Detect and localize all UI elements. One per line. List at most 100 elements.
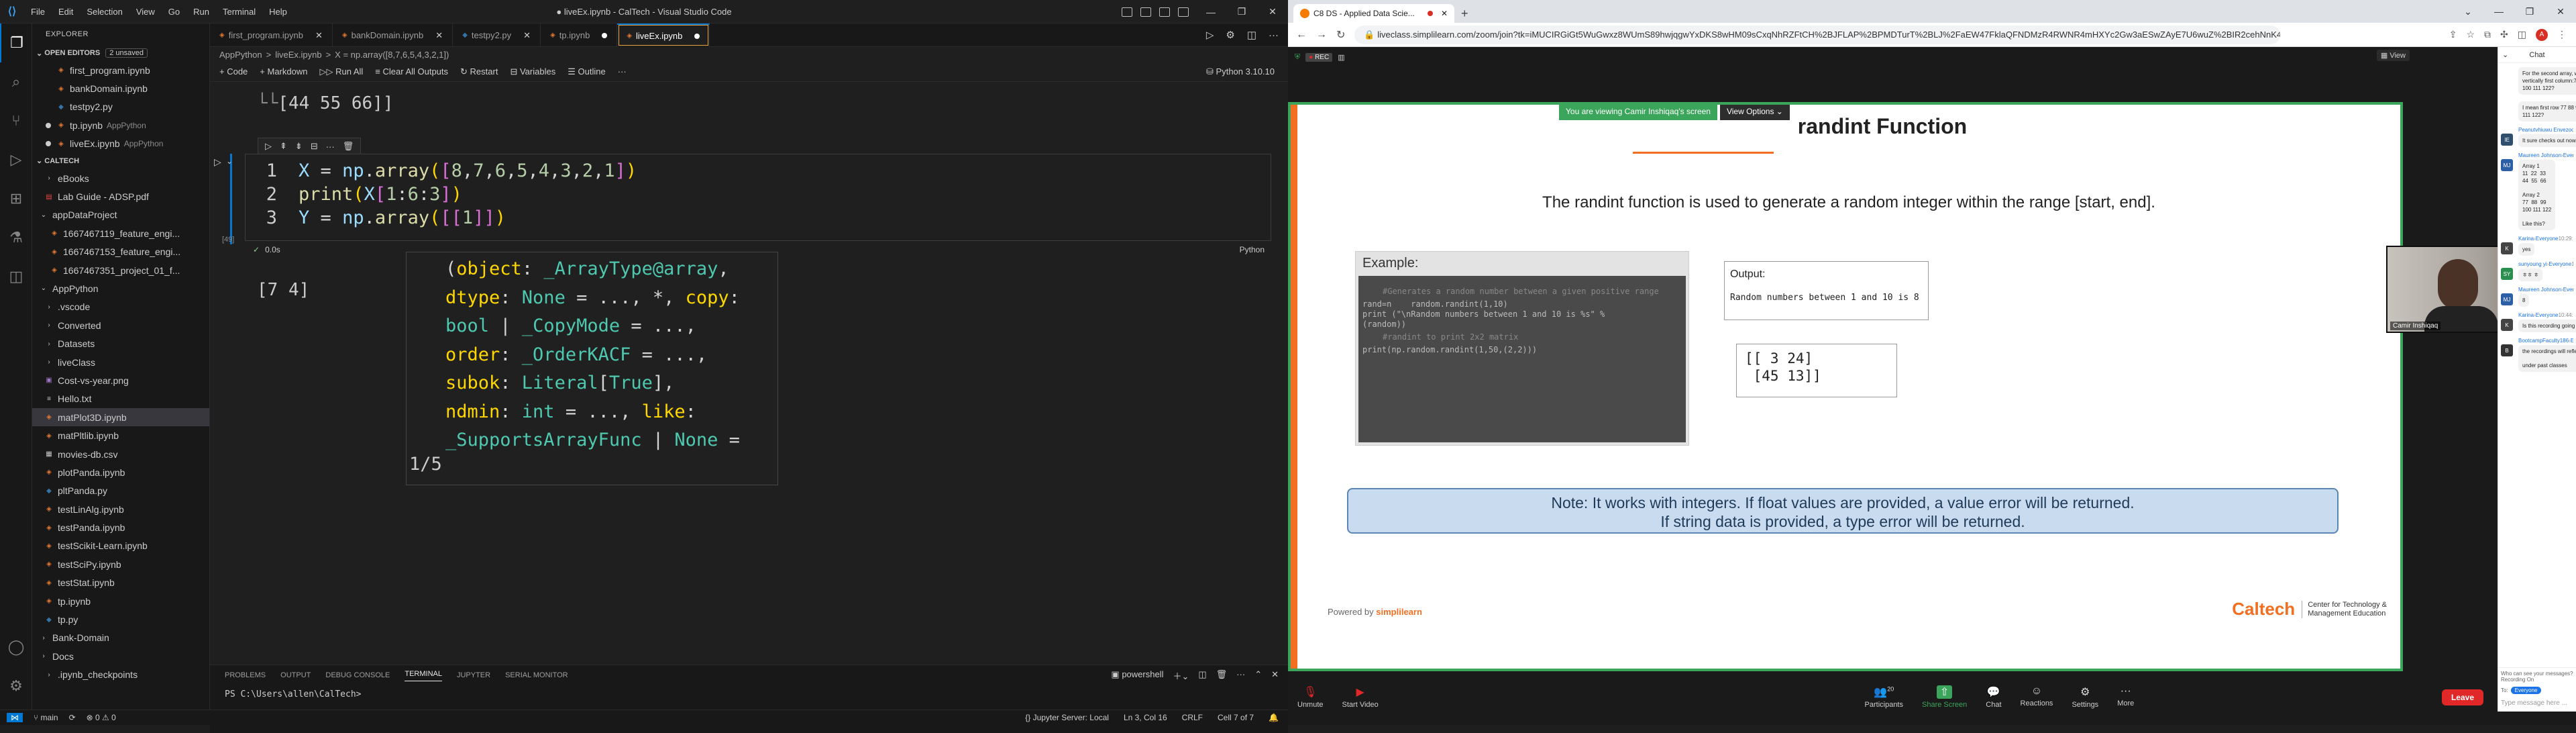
execute-above-icon[interactable]: ⇞	[280, 141, 287, 152]
variables-button[interactable]: ⊟ Variables	[510, 66, 555, 77]
new-terminal-icon[interactable]: ＋⌄	[1173, 669, 1189, 682]
bookmark-star-icon[interactable]: ☆	[2466, 29, 2475, 41]
minimize-icon[interactable]: —	[1195, 0, 1226, 23]
maximize-icon[interactable]: ❐	[2514, 0, 2545, 23]
file-tree-item[interactable]: ◈ matPltlib.ipynb	[32, 426, 209, 444]
who-can-see-link[interactable]: Who can see your messages? Recording On	[2501, 671, 2573, 683]
sidepanel-icon[interactable]: ◫	[2518, 29, 2526, 41]
unsaved-dot-icon[interactable]	[694, 33, 700, 39]
toggle-panel-icon[interactable]	[1140, 7, 1151, 17]
remote-icon[interactable]: ⋈	[7, 713, 23, 722]
file-tree-item[interactable]: ⌄ appDataProject	[32, 206, 209, 224]
encryption-shield-icon[interactable]: ⛨	[1295, 53, 1300, 62]
close-tab-icon[interactable]: ✕	[523, 30, 531, 41]
chat-button[interactable]: 💬 Chat	[1976, 685, 2010, 709]
unmute-button[interactable]: 🎙 Unmute	[1288, 685, 1333, 709]
file-tree-item[interactable]: ◈ 1667467119_feature_engi...	[32, 224, 209, 242]
file-tree-item[interactable]: ▣ Cost-vs-year.png	[32, 371, 209, 389]
code-line[interactable]: 1X = np.array([8,7,6,5,4,3,2,1])	[250, 160, 637, 181]
eol-status[interactable]: CRLF	[1182, 713, 1203, 722]
panel-more-icon[interactable]: ···	[1236, 669, 1245, 682]
add-markdown-cell-button[interactable]: + Markdown	[260, 66, 307, 77]
split-cell-icon[interactable]: ⊟	[311, 141, 318, 152]
customize-layout-icon[interactable]	[1178, 7, 1189, 17]
editor-tab[interactable]: ◈ liveEx.ipynb	[617, 23, 710, 47]
cell-more-icon[interactable]: ···	[326, 142, 335, 152]
panel-tab-terminal[interactable]: TERMINAL	[405, 670, 442, 681]
extension-icon[interactable]: ⧉	[2484, 29, 2491, 41]
share-screen-button[interactable]: ⇧ Share Screen	[1913, 685, 1976, 709]
cell-language[interactable]: Python	[1240, 245, 1265, 254]
chrome-menu-icon[interactable]: ⋮	[2557, 29, 2567, 41]
panel-tab-output[interactable]: OUTPUT	[280, 671, 311, 679]
recording-pause-icon[interactable]: ▥	[1338, 53, 1344, 62]
run-by-line-icon[interactable]: ▷	[265, 141, 272, 152]
run-options-chevron-icon[interactable]: ⌄	[226, 156, 233, 166]
profile-avatar[interactable]: A	[2536, 28, 2548, 41]
file-tree-item[interactable]: ◈ plotPanda.ipynb	[32, 463, 209, 481]
terminal-shell-label[interactable]: ▣ powershell	[1111, 669, 1163, 682]
open-editor-item[interactable]: ◈ tp.ipynb AppPython	[32, 116, 209, 134]
menu-go[interactable]: Go	[162, 7, 186, 17]
recipient-dropdown[interactable]: Everyone	[2510, 687, 2542, 694]
browser-tab[interactable]: C8 DS - Applied Data Scie... ✕	[1293, 4, 1454, 23]
file-tree-item[interactable]: › Converted	[32, 316, 209, 334]
close-icon[interactable]: ✕	[2545, 0, 2576, 23]
panel-tab-serial-monitor[interactable]: SERIAL MONITOR	[505, 671, 568, 679]
open-editor-item[interactable]: ◆ testpy2.py	[32, 98, 209, 116]
maximize-icon[interactable]: ❐	[1226, 0, 1257, 23]
tab-close-icon[interactable]: ✕	[1441, 9, 1448, 18]
cell-count-status[interactable]: Cell 7 of 7	[1218, 713, 1254, 722]
run-icon[interactable]: ▷	[1206, 29, 1214, 41]
breadcrumb-item[interactable]: liveEx.ipynb	[275, 50, 321, 60]
file-tree-item[interactable]: › Datasets	[32, 334, 209, 352]
jupyter-icon[interactable]: ◫	[0, 257, 32, 296]
execute-below-icon[interactable]: ⇟	[295, 141, 303, 152]
reload-icon[interactable]: ↻	[1336, 28, 1345, 42]
menu-terminal[interactable]: Terminal	[216, 7, 262, 17]
outline-button[interactable]: ☰ Outline	[568, 66, 605, 77]
chat-collapse-icon[interactable]: ⌄	[2502, 50, 2508, 59]
minimize-icon[interactable]: —	[2483, 0, 2514, 23]
leave-button[interactable]: Leave	[2441, 689, 2483, 705]
file-tree-item[interactable]: ◈ testLinAlg.ipynb	[32, 500, 209, 518]
menu-file[interactable]: File	[24, 7, 52, 17]
file-tree-item[interactable]: ◈ 1667467351_project_01_f...	[32, 261, 209, 279]
tab-search-icon[interactable]: ⌄	[2453, 0, 2483, 23]
open-editor-item[interactable]: ◈ first_program.ipynb	[32, 61, 209, 79]
more-actions-icon[interactable]: ···	[1269, 30, 1279, 41]
problems-status[interactable]: ⊗ 0 ⚠ 0	[87, 713, 116, 722]
run-debug-icon[interactable]: ▷	[0, 140, 32, 179]
view-button[interactable]: ▦ View	[2376, 50, 2410, 61]
more-toolbar-button[interactable]: ···	[618, 66, 627, 77]
file-tree-item[interactable]: › Bank-Domain	[32, 629, 209, 647]
editor-tab[interactable]: ◆ testpy2.py ✕	[453, 23, 541, 47]
code-line[interactable]: 3Y = np.array([[1]])	[250, 207, 506, 228]
workspace-header[interactable]: ⌄ CALTECH	[32, 153, 209, 169]
settings-icon[interactable]: ⚙	[1226, 29, 1234, 41]
menu-edit[interactable]: Edit	[52, 7, 80, 17]
close-tab-icon[interactable]: ✕	[315, 30, 323, 41]
file-tree-item[interactable]: ▦ movies-db.csv	[32, 445, 209, 463]
menu-help[interactable]: Help	[262, 7, 294, 17]
panel-tab-jupyter[interactable]: JUPYTER	[457, 671, 490, 679]
file-tree-item[interactable]: ◈ testScikit-Learn.ipynb	[32, 537, 209, 555]
more-button[interactable]: ··· More	[2108, 685, 2143, 709]
split-editor-icon[interactable]: ◫	[1247, 29, 1256, 41]
file-tree-item[interactable]: ⌄ AppPython	[32, 279, 209, 297]
file-tree-item[interactable]: › liveClass	[32, 353, 209, 371]
branch-status[interactable]: ⑂ main	[34, 713, 58, 722]
explorer-icon[interactable]: ❐	[0, 23, 32, 62]
clear-outputs-button[interactable]: ≡ Clear All Outputs	[375, 66, 448, 77]
file-tree-item[interactable]: ◆ pltPanda.py	[32, 482, 209, 500]
manage-gear-icon[interactable]: ⚙	[0, 667, 32, 705]
close-icon[interactable]: ✕	[1257, 0, 1288, 23]
file-tree-item[interactable]: › Docs	[32, 647, 209, 665]
kill-terminal-icon[interactable]: 🗑	[1216, 669, 1228, 682]
settings-button[interactable]: ⚙ Settings	[2062, 685, 2108, 709]
start-video-button[interactable]: ▶ Start Video	[1333, 685, 1388, 709]
code-line[interactable]: 2 print(X[1:6:3])	[250, 184, 462, 205]
split-terminal-icon[interactable]: ◫	[1198, 669, 1206, 682]
file-tree-item[interactable]: ≡ Hello.txt	[32, 390, 209, 408]
open-editors-header[interactable]: ⌄ OPEN EDITORS 2 unsaved	[32, 45, 209, 61]
